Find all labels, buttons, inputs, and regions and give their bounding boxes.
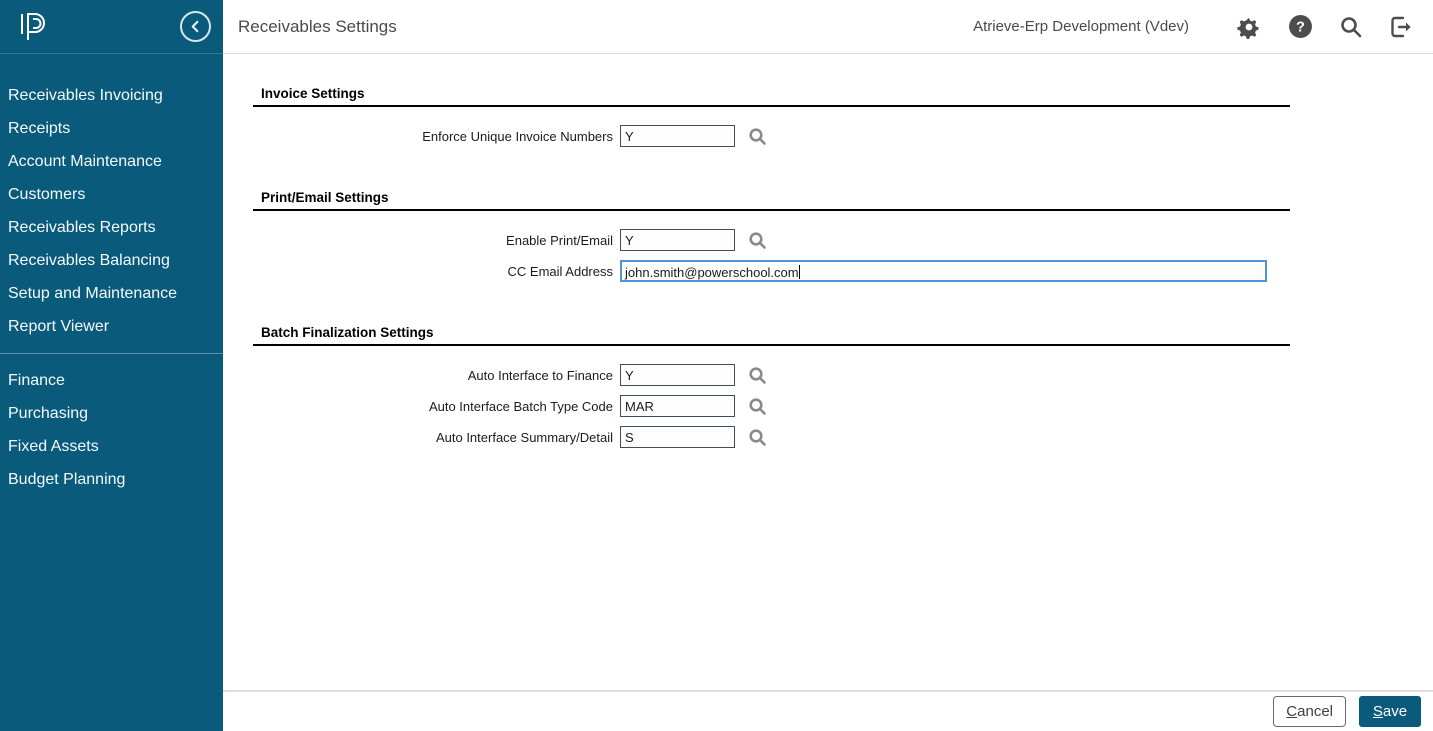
help-icon[interactable]: ? xyxy=(1287,14,1313,40)
field-label: Auto Interface Batch Type Code xyxy=(253,399,620,414)
search-icon[interactable] xyxy=(1338,14,1364,40)
cancel-button[interactable]: Cancel xyxy=(1273,696,1346,727)
settings-form: Invoice Settings Enforce Unique Invoice … xyxy=(223,54,1433,688)
environment-name: Atrieve-Erp Development (Vdev) xyxy=(973,18,1189,35)
lookup-magnifier-icon[interactable] xyxy=(748,366,767,385)
sidebar-header xyxy=(0,0,223,54)
header-actions: Atrieve-Erp Development (Vdev) ? xyxy=(973,14,1415,40)
sidebar-item-receipts[interactable]: Receipts xyxy=(0,112,223,145)
sidebar: Receivables Invoicing Receipts Account M… xyxy=(0,0,223,731)
cancel-accesskey: C xyxy=(1286,703,1297,720)
sidebar-nav: Receivables Invoicing Receipts Account M… xyxy=(0,54,223,496)
form-row: Enforce Unique Invoice Numbers Y xyxy=(253,125,1290,147)
section-title: Batch Finalization Settings xyxy=(253,325,1290,344)
field-label: CC Email Address xyxy=(253,264,620,279)
save-accesskey: S xyxy=(1373,703,1383,720)
auto-interface-summary-detail-input[interactable]: S xyxy=(620,426,735,448)
sidebar-divider xyxy=(0,353,223,354)
app-window: Receivables Invoicing Receipts Account M… xyxy=(0,0,1433,731)
form-row: CC Email Address john.smith@powerschool.… xyxy=(253,260,1290,282)
lookup-magnifier-icon[interactable] xyxy=(748,127,767,146)
sidebar-item-receivables-invoicing[interactable]: Receivables Invoicing xyxy=(0,79,223,112)
sidebar-item-budget-planning[interactable]: Budget Planning xyxy=(0,463,223,496)
cancel-label-rest: ancel xyxy=(1297,703,1333,720)
form-row: Auto Interface Batch Type Code MAR xyxy=(253,395,1290,417)
sidebar-item-receivables-reports[interactable]: Receivables Reports xyxy=(0,211,223,244)
top-header: Receivables Settings Atrieve-Erp Develop… xyxy=(223,0,1433,54)
section-batch-finalization-settings: Batch Finalization Settings Auto Interfa… xyxy=(253,325,1290,469)
sidebar-item-customers[interactable]: Customers xyxy=(0,178,223,211)
logout-icon[interactable] xyxy=(1389,14,1415,40)
sidebar-item-report-viewer[interactable]: Report Viewer xyxy=(0,310,223,343)
cc-email-address-input[interactable]: john.smith@powerschool.com xyxy=(620,260,1267,282)
form-row: Auto Interface to Finance Y xyxy=(253,364,1290,386)
field-label: Auto Interface Summary/Detail xyxy=(253,430,620,445)
auto-interface-to-finance-input[interactable]: Y xyxy=(620,364,735,386)
footer-action-bar: Cancel Save xyxy=(223,690,1433,731)
enable-print-email-input[interactable]: Y xyxy=(620,229,735,251)
field-label: Enable Print/Email xyxy=(253,233,620,248)
save-label-rest: ave xyxy=(1383,703,1407,720)
sidebar-item-setup-and-maintenance[interactable]: Setup and Maintenance xyxy=(0,277,223,310)
lookup-magnifier-icon[interactable] xyxy=(748,397,767,416)
save-button[interactable]: Save xyxy=(1359,696,1421,727)
sidebar-item-receivables-balancing[interactable]: Receivables Balancing xyxy=(0,244,223,277)
section-print-email-settings: Print/Email Settings Enable Print/Email … xyxy=(253,190,1290,303)
sidebar-item-fixed-assets[interactable]: Fixed Assets xyxy=(0,430,223,463)
section-title: Invoice Settings xyxy=(253,86,1290,105)
sidebar-collapse-button[interactable] xyxy=(180,11,211,42)
field-label: Enforce Unique Invoice Numbers xyxy=(253,129,620,144)
gear-icon[interactable] xyxy=(1236,14,1262,40)
section-title: Print/Email Settings xyxy=(253,190,1290,209)
svg-text:?: ? xyxy=(1296,20,1305,36)
page-title: Receivables Settings xyxy=(238,17,397,37)
form-row: Enable Print/Email Y xyxy=(253,229,1290,251)
lookup-magnifier-icon[interactable] xyxy=(748,231,767,250)
sidebar-item-finance[interactable]: Finance xyxy=(0,364,223,397)
sidebar-item-purchasing[interactable]: Purchasing xyxy=(0,397,223,430)
section-invoice-settings: Invoice Settings Enforce Unique Invoice … xyxy=(253,86,1290,168)
form-row: Auto Interface Summary/Detail S xyxy=(253,426,1290,448)
field-label: Auto Interface to Finance xyxy=(253,368,620,383)
lookup-magnifier-icon[interactable] xyxy=(748,428,767,447)
enforce-unique-invoice-numbers-input[interactable]: Y xyxy=(620,125,735,147)
auto-interface-batch-type-code-input[interactable]: MAR xyxy=(620,395,735,417)
chevron-left-icon xyxy=(189,20,202,33)
powerschool-logo-icon xyxy=(16,10,52,44)
sidebar-item-account-maintenance[interactable]: Account Maintenance xyxy=(0,145,223,178)
